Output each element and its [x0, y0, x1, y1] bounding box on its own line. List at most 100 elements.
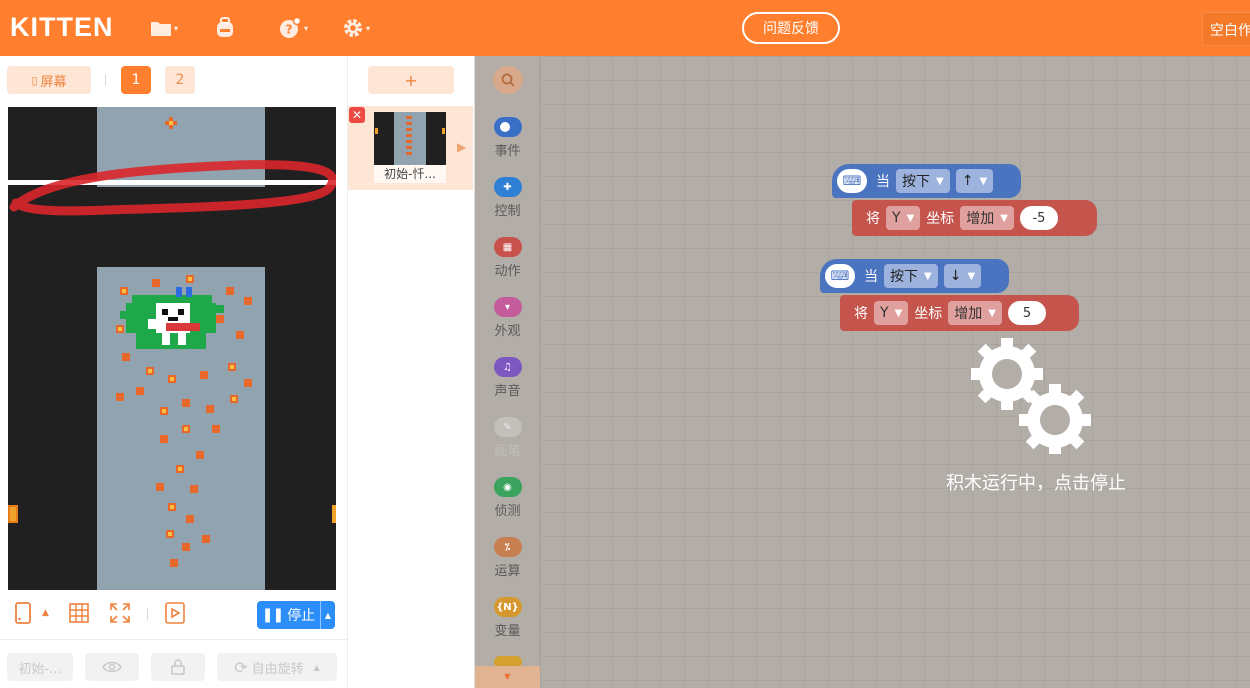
page-tab-2[interactable]: 2 [165, 66, 195, 94]
rotate-icon: ⟳ [234, 657, 248, 677]
category-sensing[interactable]: ◉ 侦测 [475, 477, 540, 519]
dropdown-value: ↑ [961, 173, 974, 189]
add-sprite-button[interactable]: + [368, 66, 454, 94]
side-lamp [332, 505, 336, 523]
pause-icon: ❚❚ [261, 607, 284, 623]
block-text: 将 [854, 306, 868, 322]
chevron-down-icon: ▼ [894, 307, 903, 319]
stop-label: 停止 [287, 608, 316, 624]
stage-toolbar: ▲ ❚❚ 停止 ▲ [0, 600, 348, 630]
blank-project-button[interactable]: 空白作 [1202, 12, 1250, 46]
when-key-pressed-block[interactable]: ⌨ 当 按下 ▼ ↓ ▼ [820, 259, 1009, 293]
feedback-button[interactable]: 问题反馈 [742, 12, 840, 44]
category-label: 动作 [494, 264, 521, 279]
operation-dropdown[interactable]: 增加 ▼ [948, 301, 1002, 325]
side-lamp [8, 505, 18, 523]
block-text: 当 [876, 174, 890, 190]
change-coordinate-block[interactable]: 将 Y ▼ 坐标 增加 ▼ -5 [852, 200, 1097, 236]
sprite-card[interactable]: ✕ 初始-忏... ▶ [348, 106, 473, 190]
operation-dropdown[interactable]: 增加 ▼ [960, 206, 1014, 230]
category-label: 事件 [494, 144, 521, 159]
chevron-down-icon: ▾ [174, 23, 179, 33]
sprite-name-field[interactable]: 初始-... [7, 653, 73, 681]
event-dropdown[interactable]: 按下 ▼ [884, 264, 938, 288]
value-input[interactable]: -5 [1019, 206, 1058, 230]
divider [105, 74, 106, 86]
category-label: 侦测 [494, 504, 521, 519]
rotation-mode-select[interactable]: ⟳ 自由旋转 ▲ [217, 653, 337, 681]
device-frame-button[interactable] [14, 602, 32, 624]
screen-button[interactable]: ▯ 屏幕 [7, 66, 91, 94]
key-dropdown[interactable]: ↑ ▼ [955, 169, 994, 193]
block-text: 当 [864, 269, 878, 285]
sprite-list: + ✕ 初始-忏... ▶ [348, 56, 475, 688]
file-menu[interactable]: ▾ [150, 16, 178, 40]
stop-button[interactable]: ❚❚ 停止 ▲ [257, 601, 335, 629]
category-operators[interactable]: ⁒ 运算 [475, 537, 540, 579]
spark-sprite [165, 117, 177, 129]
settings-menu[interactable]: ▾ [342, 16, 370, 40]
visibility-toggle[interactable] [85, 653, 139, 681]
radar-icon: ◉ [493, 477, 522, 497]
block-text: 将 [866, 211, 880, 227]
chevron-down-icon: ▼ [988, 307, 996, 319]
grid-button[interactable] [68, 602, 90, 624]
caret-up-icon[interactable]: ▲ [42, 608, 49, 618]
axis-dropdown[interactable]: Y ▼ [874, 301, 909, 325]
code-workspace[interactable]: ⌨ 当 按下 ▼ ↑ ▼ 将 Y ▼ 坐标 增加 ▼ -5 ⌨ 当 按下 ▼ ↓ ▼ 将 Y… [540, 56, 1250, 688]
axis-dropdown[interactable]: Y ▼ [886, 206, 921, 230]
category-label: 变量 [494, 624, 521, 639]
category-variables[interactable]: {N} 变量 [475, 597, 540, 639]
dropdown-value: 按下 [902, 174, 930, 190]
caret-up-icon[interactable]: ▲ [321, 611, 335, 620]
backpack-button[interactable] [214, 16, 236, 40]
category-label: 外观 [494, 324, 521, 339]
page-tab-1[interactable]: 1 [121, 66, 151, 94]
category-label: 画笔 [494, 444, 521, 459]
play-preview-button[interactable] [165, 602, 185, 624]
block-text: 坐标 [914, 306, 943, 322]
value-input[interactable]: 5 [1007, 301, 1046, 325]
close-icon[interactable]: ✕ [349, 107, 365, 123]
play-icon [165, 602, 185, 624]
caret-up-icon: ▲ [313, 662, 320, 672]
backpack-icon [217, 17, 233, 37]
chevron-down-icon: ▼ [936, 175, 944, 187]
help-icon: ? [280, 17, 302, 38]
dropdown-value: Y [880, 305, 889, 321]
help-menu[interactable]: ? ▾ [278, 16, 308, 40]
chevron-right-icon[interactable]: ▶ [457, 140, 466, 154]
category-motion[interactable]: ▦ 动作 [475, 237, 540, 279]
when-key-pressed-block[interactable]: ⌨ 当 按下 ▼ ↑ ▼ [832, 164, 1021, 198]
category-sound[interactable]: ♫ 声音 [475, 357, 540, 399]
screen-icon: ▯ [31, 73, 38, 87]
stage-canvas[interactable] [8, 107, 336, 590]
chevron-down-icon: ▾ [366, 23, 371, 33]
phone-icon [15, 602, 31, 624]
block-category-palette: 事件 ✚ 控制 ▦ 动作 ▾ 外观 ♫ 声音 ✎ 画笔 ◉ 侦测 ⁒ 运算 {N… [475, 56, 540, 688]
scroll-down-icon[interactable]: ▼ [475, 666, 540, 688]
search-icon[interactable] [493, 66, 523, 94]
category-pen[interactable]: ✎ 画笔 [475, 417, 540, 459]
lock-toggle[interactable] [151, 653, 205, 681]
event-dropdown[interactable]: 按下 ▼ [896, 169, 950, 193]
calc-icon: ⁒ [493, 537, 522, 557]
category-control[interactable]: ✚ 控制 [475, 177, 540, 219]
running-message[interactable]: 积木运行中，点击停止 [946, 469, 1126, 495]
key-dropdown[interactable]: ↓ ▼ [943, 264, 982, 288]
dropdown-value: 按下 [890, 269, 918, 285]
category-events[interactable]: 事件 [475, 117, 540, 159]
stage-panel: ▯ 屏幕 1 2 ▲ ❚❚ 停止 ▲ 初始-... ⟳ 自由旋转 ▲ [0, 56, 348, 688]
category-looks[interactable]: ▾ 外观 [475, 297, 540, 339]
shirt-icon: ▾ [493, 297, 522, 317]
player-sprite [116, 275, 252, 567]
change-coordinate-block[interactable]: 将 Y ▼ 坐标 增加 ▼ 5 [840, 295, 1079, 331]
gamepad-icon: ✚ [493, 177, 522, 197]
category-label: 声音 [494, 384, 521, 399]
lock-icon [171, 659, 185, 675]
fullscreen-button[interactable] [109, 602, 131, 624]
folder-icon [151, 22, 171, 36]
running-gears-icon[interactable] [970, 336, 1094, 456]
category-label: 控制 [494, 204, 521, 219]
grid-icon [69, 603, 89, 623]
